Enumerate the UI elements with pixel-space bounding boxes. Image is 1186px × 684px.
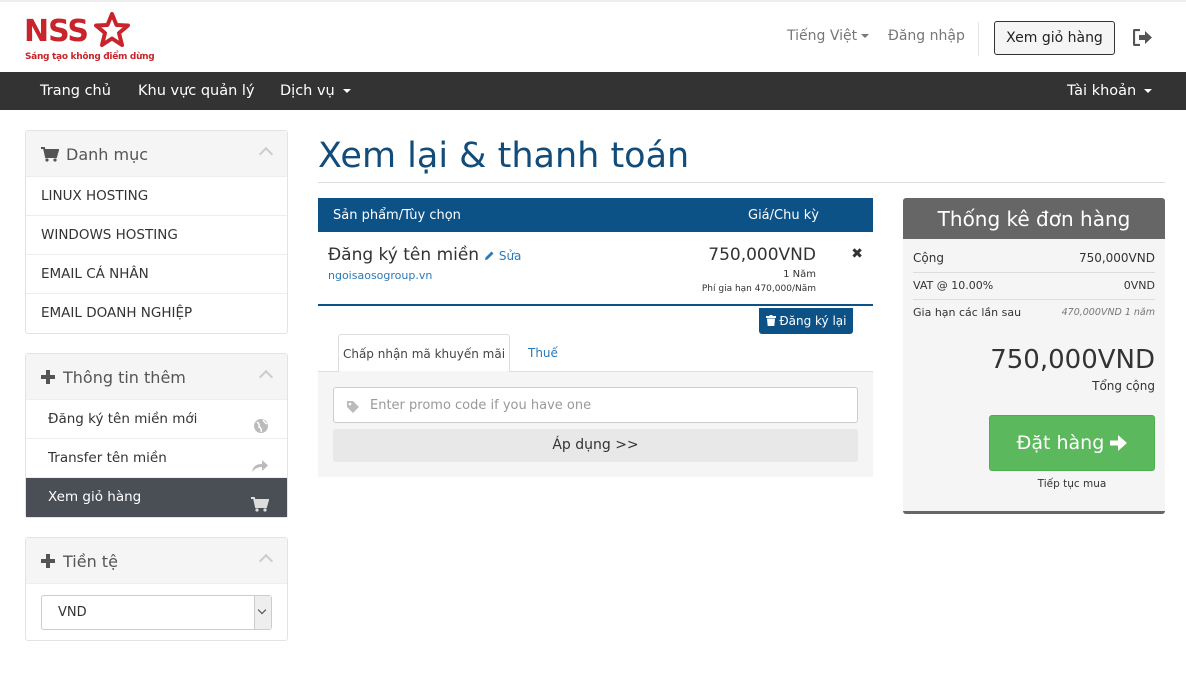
plus-icon [41,553,55,572]
column-header-price: Giá/Chu kỳ [748,208,819,223]
tab-promo-code[interactable]: Chấp nhận mã khuyến mãi [338,334,510,372]
plus-icon [41,369,55,388]
currency-select[interactable]: VND [41,595,272,630]
summary-subtotal-row: Cộng 750,000VND [913,246,1155,273]
summary-total-amount: 750,000VND [990,345,1155,375]
sidebar-item-transfer-domain[interactable]: Transfer tên miền [26,439,287,478]
logout-icon[interactable] [1132,28,1153,50]
summary-subtotal-label: Cộng [913,251,944,265]
category-windows-hosting[interactable]: WINDOWS HOSTING [26,216,287,255]
category-business-email[interactable]: EMAIL DOANH NGHIỆP [26,294,287,333]
page-title: Xem lại & thanh toán [318,136,690,176]
chevron-up-icon[interactable] [258,146,274,162]
more-info-panel: Thông tin thêm Đăng ký tên miền mới Tran… [25,353,288,518]
sidebar-item-label: Xem giỏ hàng [48,489,142,505]
summary-renewal-label: Gia hạn các lần sau [913,306,1022,319]
logo-text: NSS [24,14,89,49]
order-summary-title: Thống kê đơn hàng [903,198,1165,239]
chevron-down-icon[interactable] [254,596,271,629]
column-header-product: Sản phẩm/Tùy chọn [333,208,461,223]
summary-renewal-row: Gia hạn các lần sau 470,000VND 1 năm [913,300,1155,326]
continue-shopping-link[interactable]: Tiếp tục mua [989,478,1155,490]
category-personal-email[interactable]: EMAIL CÁ NHÂN [26,255,287,294]
empty-cart-button[interactable]: Đăng ký lại [759,308,853,334]
checkout-button[interactable]: Đặt hàng [989,415,1155,471]
language-dropdown[interactable]: Tiếng Việt [787,28,870,44]
currency-selected-value: VND [58,605,87,620]
summary-vat-label: VAT @ 10.00% [913,279,994,292]
nav-client-area[interactable]: Khu vực quản lý [138,72,255,110]
arrow-right-icon [1110,435,1128,451]
sidebar-item-label: Đăng ký tên miền mới [48,411,198,427]
category-linux-hosting[interactable]: LINUX HOSTING [26,177,287,216]
header-divider [978,22,979,56]
empty-cart-label: Đăng ký lại [779,314,847,328]
cart-item-name: Đăng ký tên miền [328,245,480,265]
summary-vat-row: VAT @ 10.00% 0VND [913,273,1155,300]
tag-icon [346,399,360,418]
promo-code-input[interactable]: Enter promo code if you have one [333,387,858,423]
site-header: NSS Sáng tạo không điểm dừng Tiếng Việt … [0,2,1186,72]
categories-panel-header[interactable]: Danh mục [26,131,287,177]
nav-services[interactable]: Dịch vụ [280,72,351,110]
cart-item-renewal: Phí gia hạn 470,000/Năm [701,284,816,294]
cart-table-header: Sản phẩm/Tùy chọn Giá/Chu kỳ [318,198,873,232]
categories-title: Danh mục [66,145,149,164]
cart-icon [41,147,60,166]
more-info-title: Thông tin thêm [63,368,186,387]
order-summary: Thống kê đơn hàng Cộng 750,000VND VAT @ … [903,198,1165,514]
promo-tab-body: Enter promo code if you have one Áp dụng… [318,371,873,477]
caret-down-icon [1144,89,1153,93]
categories-panel: Danh mục LINUX HOSTING WINDOWS HOSTING E… [25,130,288,334]
nav-account-label: Tài khoản [1067,83,1137,99]
nav-account[interactable]: Tài khoản [1067,72,1153,110]
star-icon [94,12,130,47]
cart-item-price: 750,000VND [708,245,816,265]
edit-item-label: Sửa [498,249,522,263]
promo-code-placeholder: Enter promo code if you have one [370,398,592,413]
nav-services-label: Dịch vụ [280,83,335,99]
sidebar-item-register-domain[interactable]: Đăng ký tên miền mới [26,400,287,439]
checkout-label: Đặt hàng [1016,432,1105,454]
chevron-up-icon[interactable] [258,553,274,569]
cart-item-cycle: 1 Năm [783,269,816,280]
cart-item-domain: ngoisaosogroup.vn [328,269,433,282]
title-divider [318,182,1165,183]
promo-tax-tabs: Chấp nhận mã khuyến mãi Thuế Enter promo… [318,334,873,477]
remove-item-icon[interactable]: ✖ [851,246,863,262]
sidebar-item-label: Transfer tên miền [48,450,167,466]
edit-item-link[interactable]: Sửa [484,249,521,263]
summary-subtotal-value: 750,000VND [1078,251,1155,265]
summary-vat-value: 0VND [1123,279,1155,292]
cart-item-row: Đăng ký tên miền Sửa ngoisaosogroup.vn 7… [318,232,873,306]
tab-tax[interactable]: Thuế [528,334,558,372]
more-info-panel-header[interactable]: Thông tin thêm [26,354,287,400]
pencil-icon [485,251,494,260]
nav-home[interactable]: Trang chủ [40,72,111,110]
cart-icon [251,489,270,528]
sidebar-item-view-cart[interactable]: Xem giỏ hàng [26,478,287,517]
currency-panel-header[interactable]: Tiền tệ [26,538,287,584]
apply-promo-button[interactable]: Áp dụng >> [333,429,858,462]
summary-total-label: Tổng cộng [1092,379,1155,393]
trash-icon [765,315,776,326]
caret-down-icon [342,89,351,93]
logo-slogan: Sáng tạo không điểm dừng [25,52,155,62]
chevron-up-icon[interactable] [258,369,274,385]
view-cart-button[interactable]: Xem giỏ hàng [994,21,1115,55]
login-link[interactable]: Đăng nhập [888,28,965,44]
language-label: Tiếng Việt [787,28,858,44]
caret-down-icon [861,34,870,38]
summary-renewal-value: 470,000VND 1 năm [1061,307,1155,318]
currency-title: Tiền tệ [63,552,118,571]
main-navbar: Trang chủ Khu vực quản lý Dịch vụ Tài kh… [0,72,1186,110]
currency-panel: Tiền tệ VND [25,537,288,641]
logo[interactable]: NSS Sáng tạo không điểm dừng [24,12,155,66]
